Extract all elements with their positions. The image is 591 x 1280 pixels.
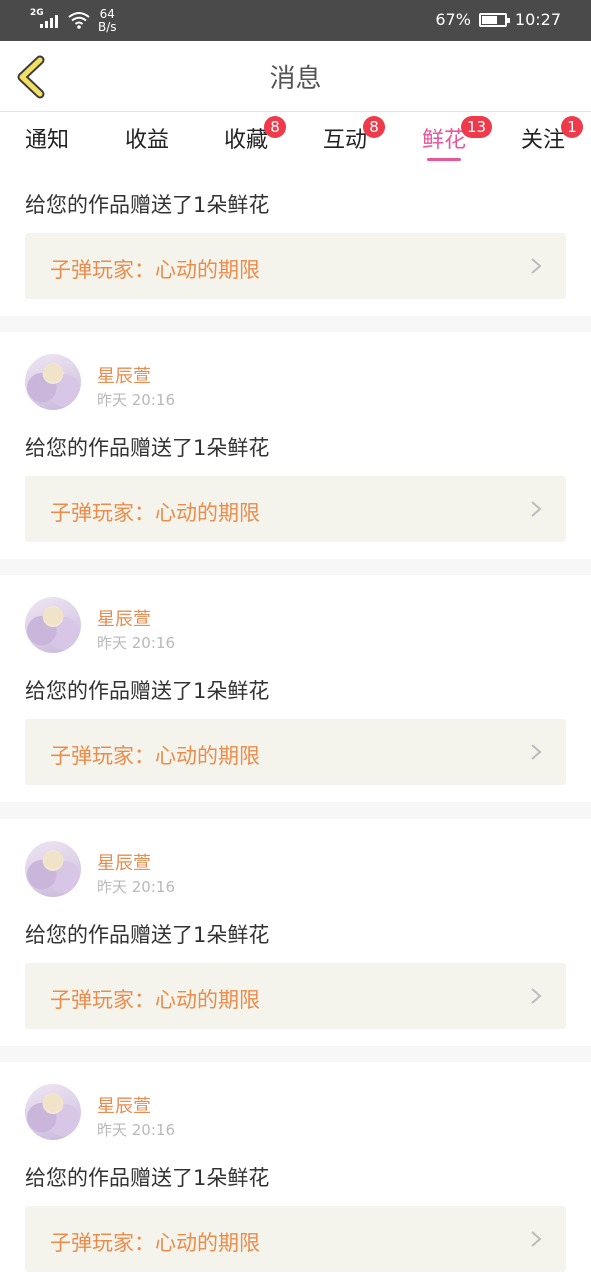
tab-notice[interactable]: 通知	[12, 122, 82, 168]
tab-earnings[interactable]: 收益	[112, 122, 182, 168]
active-tab-indicator	[427, 158, 461, 161]
message-time: 昨天 20:16	[97, 634, 175, 652]
favorites-count-badge: 8	[264, 116, 286, 138]
work-link[interactable]: 子弹玩家：心动的期限	[25, 963, 566, 1029]
message-text: 给您的作品赠送了1朵鲜花	[25, 436, 270, 460]
user-avatar[interactable]	[25, 841, 81, 897]
work-link[interactable]: 子弹玩家：心动的期限	[25, 1206, 566, 1272]
chevron-right-icon	[531, 501, 542, 517]
message-card: 给您的作品赠送了1朵鲜花 子弹玩家：心动的期限	[0, 170, 591, 316]
message-time: 昨天 20:16	[97, 1121, 175, 1139]
tab-flowers[interactable]: 鲜花 13	[409, 116, 493, 168]
page-title: 消息	[269, 64, 322, 94]
work-link[interactable]: 子弹玩家：心动的期限	[25, 476, 566, 542]
follows-count-badge: 1	[561, 116, 583, 138]
wifi-icon	[68, 12, 90, 29]
tab-favorites[interactable]: 收藏 8	[211, 116, 286, 168]
message-text: 给您的作品赠送了1朵鲜花	[25, 679, 270, 703]
tab-interactions[interactable]: 互动 8	[310, 116, 385, 168]
message-card: 星辰萱 昨天 20:16 给您的作品赠送了1朵鲜花 子弹玩家：心动的期限	[0, 819, 591, 1046]
chevron-right-icon	[531, 988, 542, 1004]
message-text: 给您的作品赠送了1朵鲜花	[25, 1166, 270, 1190]
network-speed: 64 B/s	[98, 7, 117, 34]
user-name[interactable]: 星辰萱	[97, 362, 151, 388]
signal-icon: 2G	[30, 8, 60, 30]
user-avatar[interactable]	[25, 597, 81, 653]
clock: 10:27	[514, 10, 561, 29]
battery-icon	[478, 12, 510, 27]
work-title: 子弹玩家：心动的期限	[50, 988, 260, 1012]
tab-follows[interactable]: 关注 1	[508, 116, 583, 168]
message-text: 给您的作品赠送了1朵鲜花	[25, 193, 270, 217]
battery-percent: 67%	[435, 10, 471, 29]
work-title: 子弹玩家：心动的期限	[50, 744, 260, 768]
chevron-right-icon	[531, 258, 542, 274]
message-card: 星辰萱 昨天 20:16 给您的作品赠送了1朵鲜花 子弹玩家：心动的期限	[0, 575, 591, 802]
flowers-count-badge: 13	[461, 116, 493, 138]
tab-bar: 通知 收益 收藏 8 互动 8 鲜花 13 关注 1	[0, 112, 591, 170]
user-name[interactable]: 星辰萱	[97, 1092, 151, 1118]
message-time: 昨天 20:16	[97, 391, 175, 409]
work-title: 子弹玩家：心动的期限	[50, 1231, 260, 1255]
message-time: 昨天 20:16	[97, 878, 175, 896]
status-bar: 2G 64 B/s 67% 10:27	[0, 0, 591, 41]
chevron-right-icon	[531, 744, 542, 760]
interactions-count-badge: 8	[363, 116, 385, 138]
work-title: 子弹玩家：心动的期限	[50, 501, 260, 525]
work-link[interactable]: 子弹玩家：心动的期限	[25, 719, 566, 785]
message-card: 星辰萱 昨天 20:16 给您的作品赠送了1朵鲜花 子弹玩家：心动的期限	[0, 1062, 591, 1280]
chevron-right-icon	[531, 1231, 542, 1247]
user-name[interactable]: 星辰萱	[97, 605, 151, 631]
message-text: 给您的作品赠送了1朵鲜花	[25, 923, 270, 947]
user-name[interactable]: 星辰萱	[97, 849, 151, 875]
user-avatar[interactable]	[25, 354, 81, 410]
work-link[interactable]: 子弹玩家：心动的期限	[25, 233, 566, 299]
work-title: 子弹玩家：心动的期限	[50, 258, 260, 282]
app-header: 消息	[0, 41, 591, 112]
user-avatar[interactable]	[25, 1084, 81, 1140]
message-card: 星辰萱 昨天 20:16 给您的作品赠送了1朵鲜花 子弹玩家：心动的期限	[0, 332, 591, 559]
